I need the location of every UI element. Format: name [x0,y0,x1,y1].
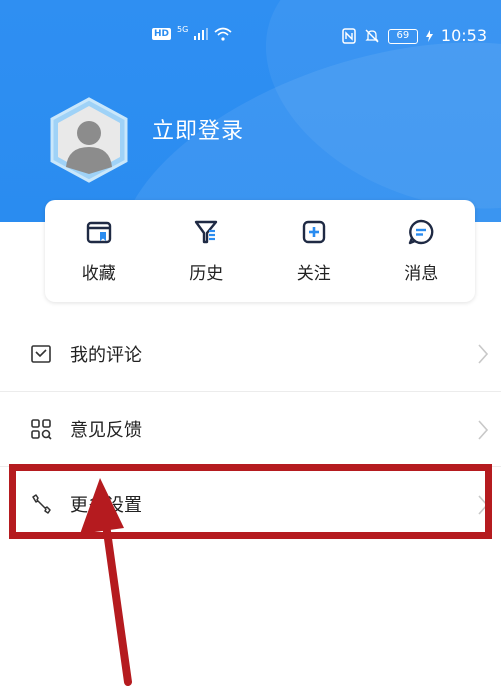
status-time: 10:53 [440,26,487,45]
feedback-grid-icon [31,419,52,440]
menu-item-my-comments[interactable]: 我的评论 [0,316,501,391]
status-bar: HD 5G 69 10:53 [0,0,501,72]
bookmark-folder-icon [86,221,111,244]
quick-action-follow[interactable]: 关注 [260,200,368,302]
history-filter-icon [195,220,218,244]
quick-action-label: 收藏 [81,264,116,284]
nfc-icon [342,28,356,44]
status-left: HD 5G [152,25,232,41]
charging-icon [425,30,433,42]
avatar[interactable] [50,97,128,183]
quick-action-label: 历史 [189,264,224,284]
quick-action-history[interactable]: 历史 [153,200,261,302]
chevron-right-icon [478,495,489,515]
menu-item-more-settings[interactable]: 更多设置 [0,466,501,541]
chevron-right-icon [478,344,489,364]
quick-action-label: 关注 [296,264,331,284]
battery-indicator: 69 [387,28,418,44]
login-link[interactable]: 立即登录 [152,113,244,145]
menu-item-label: 我的评论 [70,344,142,366]
menu-item-label: 意见反馈 [70,420,142,441]
menu-item-label: 更多设置 [70,495,142,516]
hd-badge: HD [152,28,172,40]
quick-actions-card: 收藏 历史 关注 消息 [45,200,475,302]
status-right: 69 10:53 [342,27,487,45]
add-follow-icon [302,220,325,244]
quick-action-messages[interactable]: 消息 [368,200,476,302]
comment-icon [31,344,51,363]
network-type: 5G [177,25,189,34]
chevron-right-icon [478,420,489,440]
wifi-icon [214,27,232,41]
quick-action-favorites[interactable]: 收藏 [45,200,153,302]
menu-item-feedback[interactable]: 意见反馈 [0,391,501,466]
mute-bell-icon [365,29,379,43]
settings-menu: 我的评论 意见反馈 更多设置 [0,316,501,541]
message-icon [409,219,434,245]
quick-action-label: 消息 [404,264,439,284]
wrench-icon [32,494,51,514]
profile-header: HD 5G 69 10:53 立即登录 [0,0,501,222]
signal-icon [194,28,209,40]
